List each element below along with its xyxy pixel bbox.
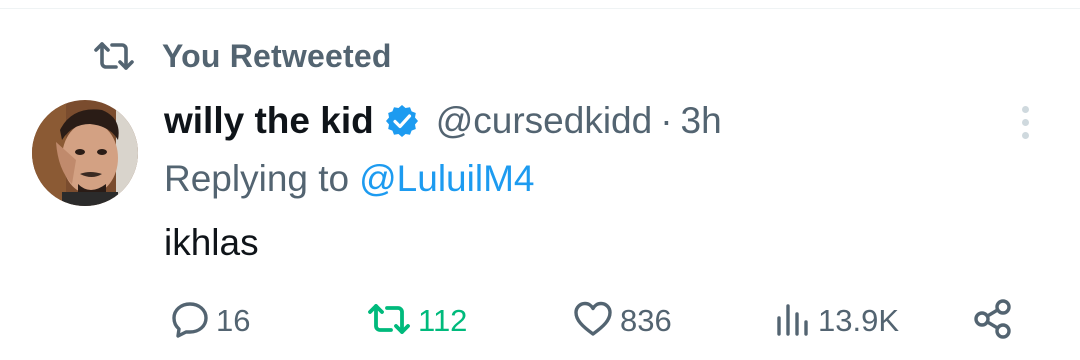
tweet-text: ikhlas: [164, 222, 259, 263]
avatar[interactable]: [32, 100, 138, 206]
replying-to: Replying to @LuluilM4: [164, 156, 534, 202]
retweet-count: 112: [418, 303, 468, 338]
replying-to-mention[interactable]: @LuluilM4: [359, 158, 534, 200]
views-icon: [774, 300, 812, 343]
action-bar: 16 112 836 13.9K: [0, 296, 1080, 346]
heart-icon: [572, 300, 614, 343]
separator-dot: ·: [660, 100, 673, 141]
retweet-icon: [366, 302, 412, 341]
author-display-name[interactable]: willy the kid: [164, 100, 374, 142]
like-count: 836: [620, 303, 672, 338]
views-button[interactable]: 13.9K: [774, 296, 899, 346]
share-button[interactable]: [972, 296, 1014, 346]
replying-to-prefix: Replying to: [164, 158, 350, 199]
more-options-button[interactable]: [1008, 100, 1042, 144]
retweet-button[interactable]: 112: [366, 296, 467, 346]
share-icon: [972, 298, 1014, 345]
reply-count: 16: [216, 303, 251, 338]
top-divider: [0, 8, 1080, 9]
retweet-context: You Retweeted: [92, 36, 392, 76]
retweet-icon: [92, 39, 136, 73]
verified-badge-icon[interactable]: [384, 102, 422, 140]
more-vertical-icon: [1021, 105, 1029, 113]
like-button[interactable]: 836: [572, 296, 672, 346]
tweet-header: willy the kid @cursedkidd · 3h: [164, 98, 722, 144]
reply-icon: [170, 299, 210, 344]
reply-button[interactable]: 16: [170, 296, 250, 346]
author-handle[interactable]: @cursedkidd: [436, 100, 653, 142]
views-count: 13.9K: [818, 303, 900, 338]
retweet-context-label: You Retweeted: [162, 37, 392, 74]
tweet-timestamp[interactable]: 3h: [681, 100, 722, 142]
